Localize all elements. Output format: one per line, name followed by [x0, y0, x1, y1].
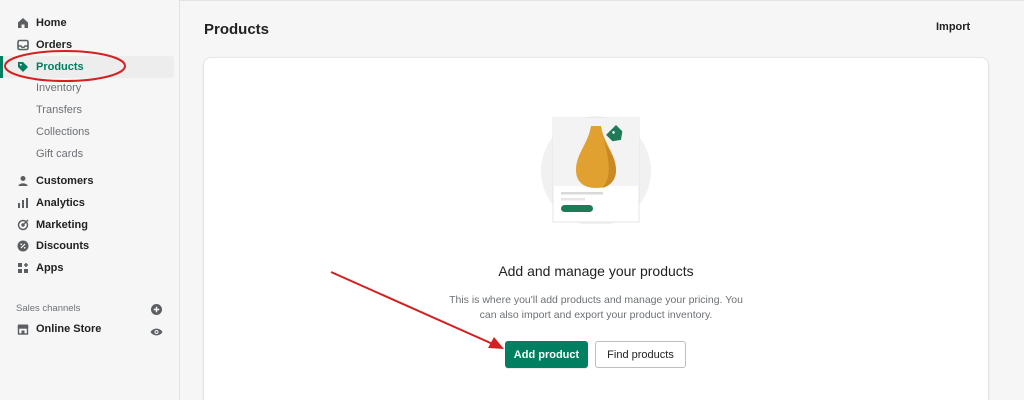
discount-icon — [16, 240, 29, 253]
inbox-icon — [16, 39, 29, 52]
tag-icon — [16, 61, 29, 74]
empty-state-description: This is where you'll add products and ma… — [449, 294, 743, 321]
sidebar-subitem-transfers[interactable]: Transfers — [36, 104, 82, 116]
sidebar-item-orders[interactable]: Orders — [0, 34, 174, 56]
store-icon — [16, 323, 29, 336]
sidebar-subitem-gift-cards[interactable]: Gift cards — [36, 148, 83, 160]
sidebar-item-products[interactable]: Products — [0, 56, 174, 78]
sidebar-item-label: Products — [36, 61, 84, 73]
empty-state-heading: Add and manage your products — [498, 263, 694, 279]
sidebar-subitem-collections[interactable]: Collections — [36, 126, 90, 138]
sidebar-item-marketing[interactable]: Marketing — [0, 214, 174, 236]
sidebar-item-discounts[interactable]: Discounts — [0, 235, 174, 257]
add-product-button[interactable]: Add product — [505, 341, 588, 368]
sidebar-subitem-inventory[interactable]: Inventory — [36, 82, 81, 94]
add-sales-channel-icon[interactable] — [151, 302, 162, 315]
sidebar-item-online-store[interactable]: Online Store — [0, 318, 174, 340]
sidebar-item-label: Orders — [36, 39, 73, 51]
eye-icon[interactable] — [150, 324, 163, 336]
sidebar-item-home[interactable]: Home — [0, 12, 174, 34]
sidebar-item-analytics[interactable]: Analytics — [0, 192, 174, 214]
top-divider — [180, 0, 1024, 1]
sidebar-item-label: Customers — [36, 175, 94, 187]
page-title: Products — [204, 21, 270, 38]
target-icon — [16, 219, 29, 232]
sales-channels-heading: Sales channels — [16, 303, 81, 314]
sidebar-item-label: Home — [36, 17, 67, 29]
products-illustration — [536, 114, 666, 226]
sidebar-item-label: Discounts — [36, 240, 90, 252]
bar-chart-icon — [16, 197, 29, 210]
person-icon — [16, 175, 29, 188]
sidebar-item-label: Apps — [36, 262, 64, 274]
sidebar-item-customers[interactable]: Customers — [0, 170, 174, 192]
home-icon — [16, 17, 29, 30]
find-products-button[interactable]: Find products — [595, 341, 686, 368]
apps-icon — [16, 262, 29, 275]
sidebar-item-label: Analytics — [36, 197, 85, 209]
sidebar: Home Orders Products Inventory Transfers… — [0, 0, 180, 400]
sidebar-item-apps[interactable]: Apps — [0, 257, 174, 279]
sidebar-item-label: Online Store — [36, 323, 102, 335]
import-button[interactable]: Import — [936, 21, 970, 33]
sidebar-item-label: Marketing — [36, 219, 88, 231]
